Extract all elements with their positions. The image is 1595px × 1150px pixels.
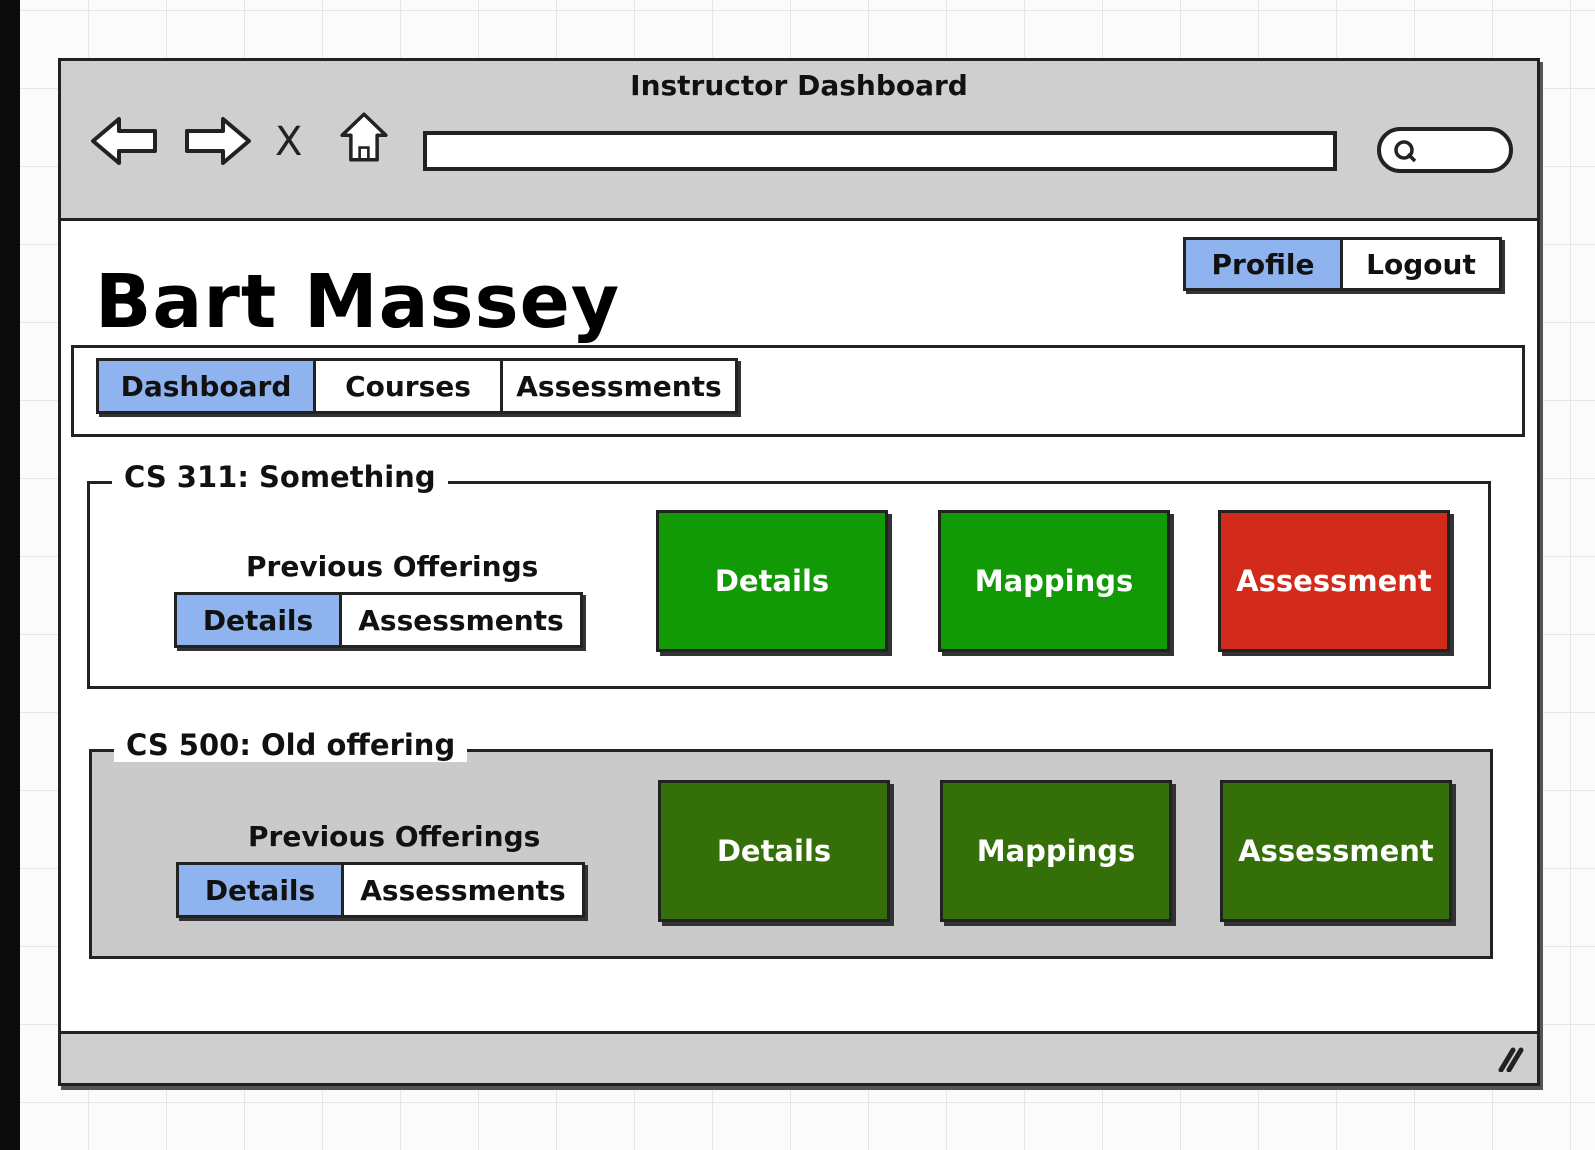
status-bar xyxy=(61,1031,1537,1083)
resize-grip-icon[interactable] xyxy=(1497,1046,1527,1072)
mappings-button[interactable]: Mappings xyxy=(940,780,1172,922)
profile-button[interactable]: Profile xyxy=(1183,237,1343,291)
main-tab-bar: Dashboard Courses Assessments xyxy=(71,345,1525,437)
forward-arrow-icon[interactable] xyxy=(181,113,253,169)
tab-group: Dashboard Courses Assessments xyxy=(96,358,738,414)
previous-offerings-tabs: Details Assessments xyxy=(176,862,585,918)
url-input[interactable] xyxy=(423,131,1337,171)
search-field[interactable] xyxy=(1377,127,1513,173)
details-button[interactable]: Details xyxy=(658,780,890,922)
logout-button[interactable]: Logout xyxy=(1340,237,1502,291)
previous-assessments-button[interactable]: Assessments xyxy=(339,592,583,648)
previous-offerings-label: Previous Offerings xyxy=(246,550,539,583)
home-icon[interactable] xyxy=(333,109,395,165)
details-button[interactable]: Details xyxy=(656,510,888,652)
mappings-button[interactable]: Mappings xyxy=(938,510,1170,652)
assessment-button[interactable]: Assessment xyxy=(1218,510,1450,652)
window-title: Instructor Dashboard xyxy=(630,69,968,102)
course-group-old: CS 500: Old offering Previous Offerings … xyxy=(89,728,1493,959)
browser-toolbar: Instructor Dashboard X xyxy=(61,61,1537,221)
previous-details-button[interactable]: Details xyxy=(174,592,342,648)
browser-window: Instructor Dashboard X Bart Massey Profi… xyxy=(58,58,1540,1086)
back-arrow-icon[interactable] xyxy=(89,113,161,169)
tab-dashboard[interactable]: Dashboard xyxy=(96,358,316,414)
account-buttons: Profile Logout xyxy=(1183,237,1502,291)
assessment-button[interactable]: Assessment xyxy=(1220,780,1452,922)
previous-offerings-tabs: Details Assessments xyxy=(174,592,583,648)
tab-assessments[interactable]: Assessments xyxy=(500,358,738,414)
search-icon xyxy=(1394,140,1417,163)
course-title: CS 311: Something xyxy=(112,460,448,494)
course-title: CS 500: Old offering xyxy=(114,728,468,762)
course-group-current: CS 311: Something Previous Offerings Det… xyxy=(87,460,1491,689)
previous-assessments-button[interactable]: Assessments xyxy=(341,862,585,918)
page-title: Bart Massey xyxy=(95,259,621,345)
tab-courses[interactable]: Courses xyxy=(313,358,503,414)
previous-offerings-label: Previous Offerings xyxy=(248,820,541,853)
stop-icon[interactable]: X xyxy=(275,119,302,175)
previous-details-button[interactable]: Details xyxy=(176,862,344,918)
